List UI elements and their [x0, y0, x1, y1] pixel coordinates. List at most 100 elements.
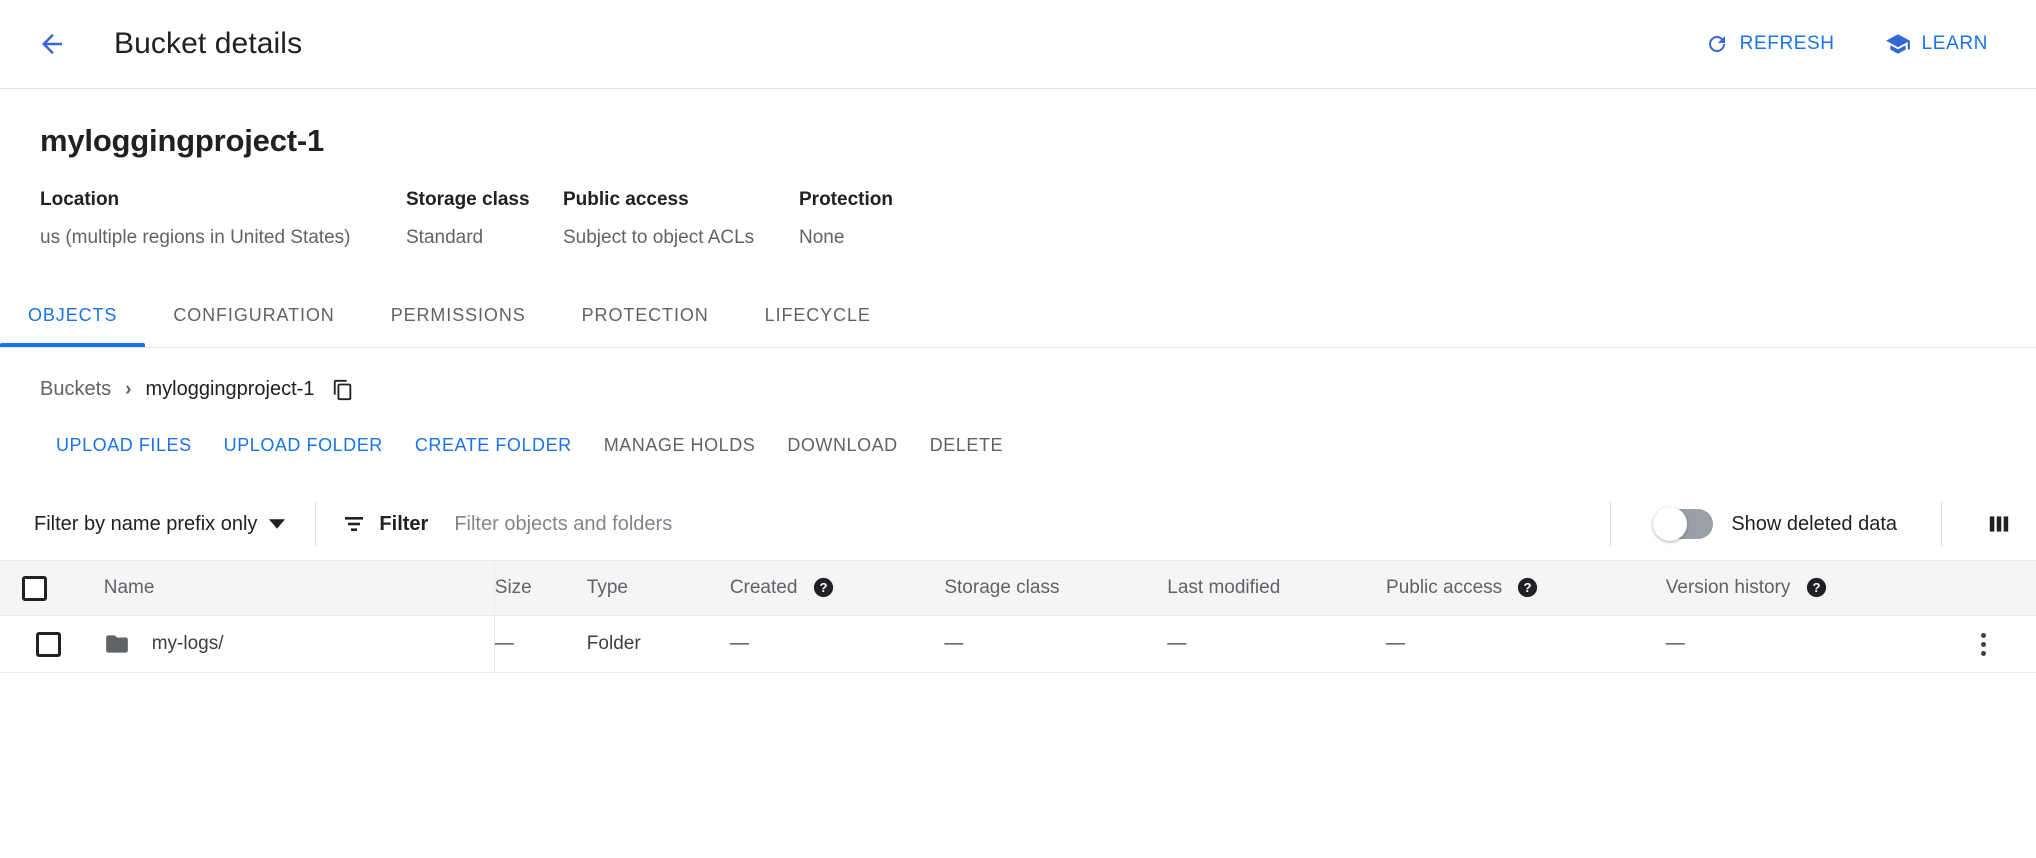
- row-type: Folder: [587, 616, 730, 673]
- meta-public-access-label: Public access: [563, 189, 799, 211]
- breadcrumb-current: myloggingproject-1: [145, 378, 314, 401]
- detail-tabs: OBJECTS CONFIGURATION PERMISSIONS PROTEC…: [0, 284, 2036, 348]
- tab-configuration[interactable]: CONFIGURATION: [145, 283, 362, 347]
- table-row[interactable]: my-logs/ — Folder — — — — —: [0, 616, 2036, 673]
- help-glyph: ?: [1517, 577, 1538, 598]
- tab-protection-label: PROTECTION: [582, 305, 709, 326]
- select-all-header: [0, 561, 76, 616]
- meta-location: Location us (multiple regions in United …: [40, 189, 406, 249]
- meta-public-access: Public access Subject to object ACLs: [563, 189, 799, 249]
- meta-storage-class: Storage class Standard: [406, 189, 563, 249]
- tab-lifecycle-label: LIFECYCLE: [765, 305, 871, 326]
- header-storage-class-label: Storage class: [944, 577, 1059, 598]
- header-name[interactable]: Name: [76, 561, 495, 616]
- row-public-access: —: [1386, 616, 1666, 673]
- create-folder-button[interactable]: CREATE FOLDER: [399, 425, 588, 466]
- header-created[interactable]: Created ?: [730, 561, 945, 616]
- back-button[interactable]: [28, 20, 76, 68]
- tab-objects-label: OBJECTS: [28, 305, 117, 326]
- row-size: —: [494, 616, 587, 673]
- column-settings-icon[interactable]: [1986, 511, 2012, 537]
- tab-permissions-label: PERMISSIONS: [391, 305, 526, 326]
- upload-folder-button[interactable]: UPLOAD FOLDER: [208, 425, 399, 466]
- refresh-button-label: REFRESH: [1740, 33, 1835, 55]
- kebab-dot: [1981, 651, 1986, 656]
- filter-icon: [342, 512, 366, 536]
- row-overflow-menu-icon[interactable]: [1931, 633, 2036, 656]
- meta-public-access-value: Subject to object ACLs: [563, 227, 799, 249]
- header-last-modified[interactable]: Last modified: [1167, 561, 1386, 616]
- row-name-cell: my-logs/: [76, 616, 495, 673]
- kebab-dot: [1981, 642, 1986, 647]
- header-size[interactable]: Size: [494, 561, 587, 616]
- refresh-button[interactable]: REFRESH: [1705, 32, 1835, 56]
- row-checkbox[interactable]: [36, 632, 61, 657]
- copy-icon[interactable]: [332, 379, 354, 401]
- bucket-name: myloggingproject-1: [40, 123, 1996, 159]
- filter-button-label: Filter: [379, 513, 428, 536]
- bucket-meta-row: Location us (multiple regions in United …: [40, 189, 1996, 249]
- version-history-help-icon[interactable]: ?: [1806, 577, 1827, 598]
- svg-text:?: ?: [1524, 581, 1532, 596]
- row-menu-cell: [1931, 616, 2036, 673]
- copy-glyph: [332, 379, 354, 401]
- show-deleted-label: Show deleted data: [1731, 513, 1897, 536]
- column-settings-glyph: [1986, 511, 2012, 537]
- meta-protection-value: None: [799, 227, 999, 249]
- folder-icon: [104, 631, 130, 657]
- breadcrumb: Buckets › myloggingproject-1: [0, 348, 2036, 401]
- upload-files-button[interactable]: UPLOAD FILES: [40, 425, 208, 466]
- row-storage-class: —: [944, 616, 1167, 673]
- help-glyph: ?: [813, 577, 834, 598]
- header-storage-class[interactable]: Storage class: [944, 561, 1167, 616]
- tab-objects[interactable]: OBJECTS: [0, 283, 145, 347]
- header-size-label: Size: [495, 577, 532, 598]
- row-version-history: —: [1666, 616, 1931, 673]
- arrow-back-icon: [37, 29, 67, 59]
- tab-protection[interactable]: PROTECTION: [554, 283, 737, 347]
- show-deleted-toggle[interactable]: [1655, 509, 1713, 539]
- download-button[interactable]: DOWNLOAD: [771, 425, 913, 466]
- objects-table: Name Size Type Created ? Storage class: [0, 560, 2036, 673]
- help-glyph: ?: [1806, 577, 1827, 598]
- filter-bar: Filter by name prefix only Filter Show d…: [0, 488, 2036, 560]
- app-bar-actions: REFRESH LEARN: [1705, 31, 2012, 57]
- objects-table-body: my-logs/ — Folder — — — — —: [0, 616, 2036, 673]
- toggle-divider-left: [1610, 502, 1611, 546]
- manage-holds-button[interactable]: MANAGE HOLDS: [588, 425, 772, 466]
- meta-location-value: us (multiple regions in United States): [40, 227, 406, 249]
- header-name-label: Name: [76, 577, 494, 599]
- top-app-bar: Bucket details REFRESH LEARN: [0, 0, 2036, 89]
- row-name-inner: my-logs/: [76, 631, 494, 657]
- chevron-right-icon: ›: [125, 380, 131, 399]
- header-version-history[interactable]: Version history ?: [1666, 561, 1931, 616]
- header-public-access[interactable]: Public access ?: [1386, 561, 1666, 616]
- toggle-knob: [1653, 507, 1687, 541]
- select-all-checkbox[interactable]: [22, 576, 47, 601]
- delete-button[interactable]: DELETE: [914, 425, 1019, 466]
- svg-text:?: ?: [819, 581, 827, 596]
- public-access-help-icon[interactable]: ?: [1517, 577, 1538, 598]
- kebab-dot: [1981, 633, 1986, 638]
- show-deleted-group: Show deleted data: [1584, 502, 2012, 546]
- table-header-row: Name Size Type Created ? Storage class: [0, 561, 2036, 616]
- created-help-icon[interactable]: ?: [813, 577, 834, 598]
- row-name-label[interactable]: my-logs/: [152, 633, 224, 655]
- breadcrumb-buckets-link[interactable]: Buckets: [40, 378, 111, 401]
- row-select-cell: [0, 616, 76, 673]
- header-last-modified-label: Last modified: [1167, 577, 1280, 598]
- learn-button[interactable]: LEARN: [1885, 31, 1988, 57]
- meta-storage-class-label: Storage class: [406, 189, 563, 211]
- tab-permissions[interactable]: PERMISSIONS: [363, 283, 554, 347]
- meta-protection-label: Protection: [799, 189, 999, 211]
- toggle-divider-right: [1941, 502, 1942, 546]
- filter-input[interactable]: [454, 509, 1584, 540]
- header-type[interactable]: Type: [587, 561, 730, 616]
- filter-button[interactable]: Filter: [342, 512, 428, 536]
- prefix-filter-select[interactable]: Filter by name prefix only: [30, 507, 289, 542]
- object-action-toolbar: UPLOAD FILES UPLOAD FOLDER CREATE FOLDER…: [0, 401, 2036, 466]
- svg-text:?: ?: [1812, 581, 1820, 596]
- tab-lifecycle[interactable]: LIFECYCLE: [737, 283, 899, 347]
- header-row-menu: [1931, 561, 2036, 616]
- header-type-label: Type: [587, 577, 628, 598]
